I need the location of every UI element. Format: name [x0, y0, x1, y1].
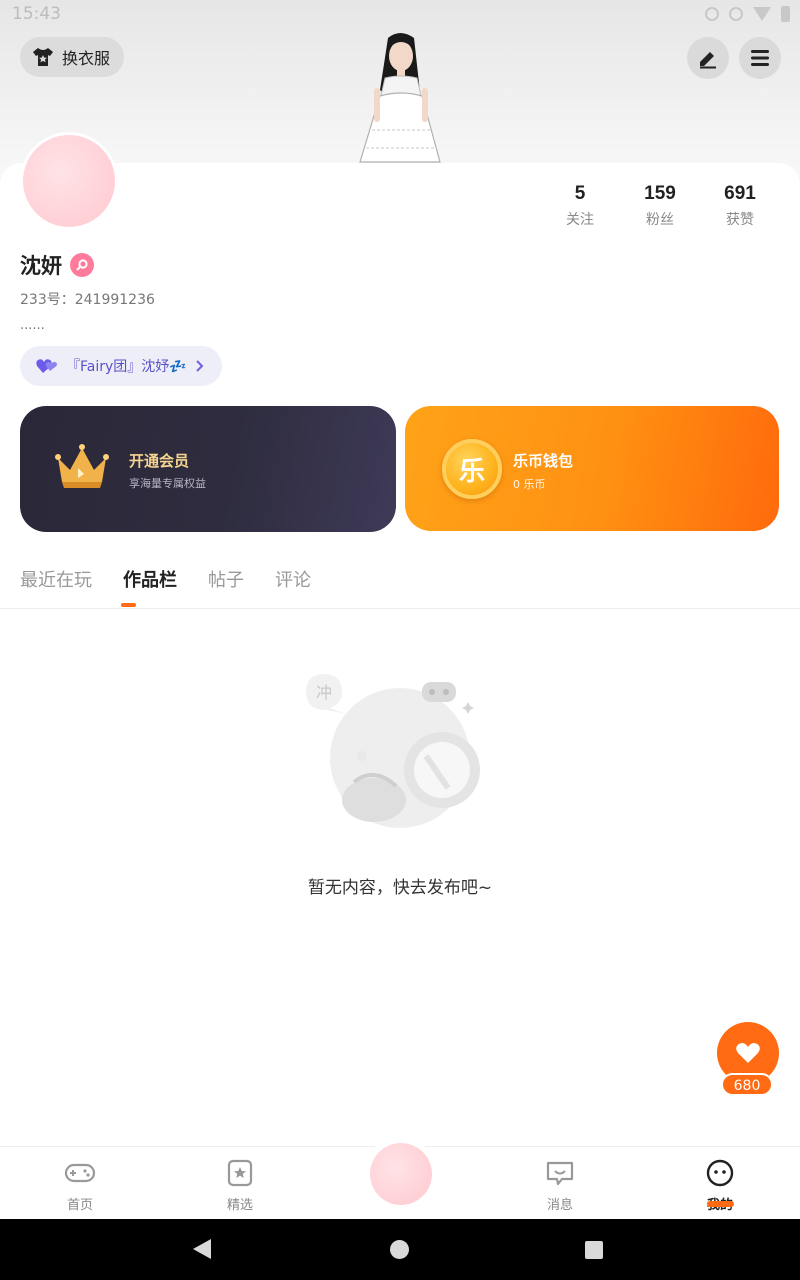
wallet-card-subtitle: 0 乐币 [513, 478, 546, 491]
following-label: 关注 [566, 212, 594, 228]
nav-label-home: 首页 [66, 1198, 93, 1213]
tab-recently-played[interactable]: 最近在玩 [20, 566, 92, 592]
dnd-icon [729, 7, 743, 21]
wifi-icon [753, 7, 771, 21]
vip-card-title: 开通会员 [129, 452, 190, 470]
wallet-card[interactable]: 乐 乐币钱包 0 乐币 [405, 406, 779, 531]
star-card-icon [227, 1159, 253, 1187]
nav-item-featured[interactable]: 精选 [200, 1159, 280, 1213]
recent-apps-icon[interactable] [585, 1241, 603, 1259]
active-tab-indicator [121, 603, 136, 607]
avatar[interactable] [20, 132, 118, 230]
back-icon[interactable] [193, 1239, 211, 1259]
tshirt-icon [33, 48, 53, 66]
content-tabs: 最近在玩 作品栏 帖子 评论 [20, 566, 342, 592]
system-nav-bar [0, 1219, 800, 1280]
tab-comments[interactable]: 评论 [275, 566, 311, 592]
chat-bubble-icon [546, 1161, 574, 1186]
nav-center-avatar[interactable] [370, 1143, 432, 1205]
profile-stats: 5 关注 159 粉丝 691 获赞 [540, 183, 780, 229]
group-chip[interactable]: 『Fairy团』沈妤💤 [20, 346, 222, 386]
following-count: 5 [574, 183, 586, 204]
empty-state-text: 暂无内容，快去发布吧~ [307, 878, 493, 898]
tab-posts[interactable]: 帖子 [208, 566, 244, 592]
followers-stat[interactable]: 159 粉丝 [620, 183, 700, 229]
home-icon[interactable] [390, 1240, 409, 1259]
empty-state-illustration: 冲 [306, 674, 480, 828]
pencil-icon [700, 52, 716, 69]
change-outfit-label: 换衣服 [62, 49, 111, 68]
change-outfit-button[interactable]: 换衣服 [20, 37, 125, 77]
nav-label-messages: 消息 [546, 1198, 573, 1213]
group-label: 『Fairy团』沈妤💤 [66, 359, 187, 375]
wallet-card-title: 乐币钱包 [513, 452, 574, 470]
nav-label-featured: 精选 [226, 1198, 253, 1213]
heart-group-icon [36, 359, 57, 373]
menu-button[interactable] [739, 37, 781, 79]
nav-active-indicator [707, 1201, 734, 1207]
likes-count: 691 [724, 183, 756, 204]
nav-item-messages[interactable]: 消息 [520, 1159, 600, 1213]
vip-membership-card[interactable]: 开通会员 享海量专属权益 [20, 406, 396, 532]
hamburger-icon [751, 50, 769, 66]
tab-works[interactable]: 作品栏 [123, 566, 177, 592]
avatar-3d-figure [359, 33, 441, 163]
chevron-right-icon [196, 360, 204, 372]
battery-icon [781, 6, 790, 22]
vibrate-icon [705, 7, 719, 21]
following-stat[interactable]: 5 关注 [540, 183, 620, 229]
nav-item-home[interactable]: 首页 [40, 1159, 120, 1213]
likes-stat[interactable]: 691 获赞 [700, 183, 780, 229]
like-count: 680 [721, 1073, 773, 1096]
followers-label: 粉丝 [646, 212, 674, 228]
tabs-divider [0, 608, 800, 609]
face-icon [706, 1159, 734, 1187]
user-bio: ...... [20, 318, 45, 333]
empty-bubble-glyph: 冲 [316, 683, 332, 702]
gamepad-icon [64, 1163, 96, 1183]
name-row: 沈妍 [20, 250, 94, 280]
user-name: 沈妍 [20, 254, 62, 278]
status-icons [705, 6, 790, 22]
heart-icon [736, 1043, 760, 1063]
user-id: 233号：241991236 [20, 292, 155, 308]
followers-count: 159 [644, 183, 676, 204]
status-time: 15:43 [12, 4, 61, 24]
female-icon [70, 253, 94, 277]
status-bar: 15:43 [0, 0, 800, 30]
edit-profile-button[interactable] [687, 37, 729, 79]
vip-card-subtitle: 享海量专属权益 [129, 477, 206, 490]
likes-label: 获赞 [726, 212, 754, 228]
coin-icon: 乐 [442, 439, 502, 499]
crown-icon [55, 444, 109, 488]
